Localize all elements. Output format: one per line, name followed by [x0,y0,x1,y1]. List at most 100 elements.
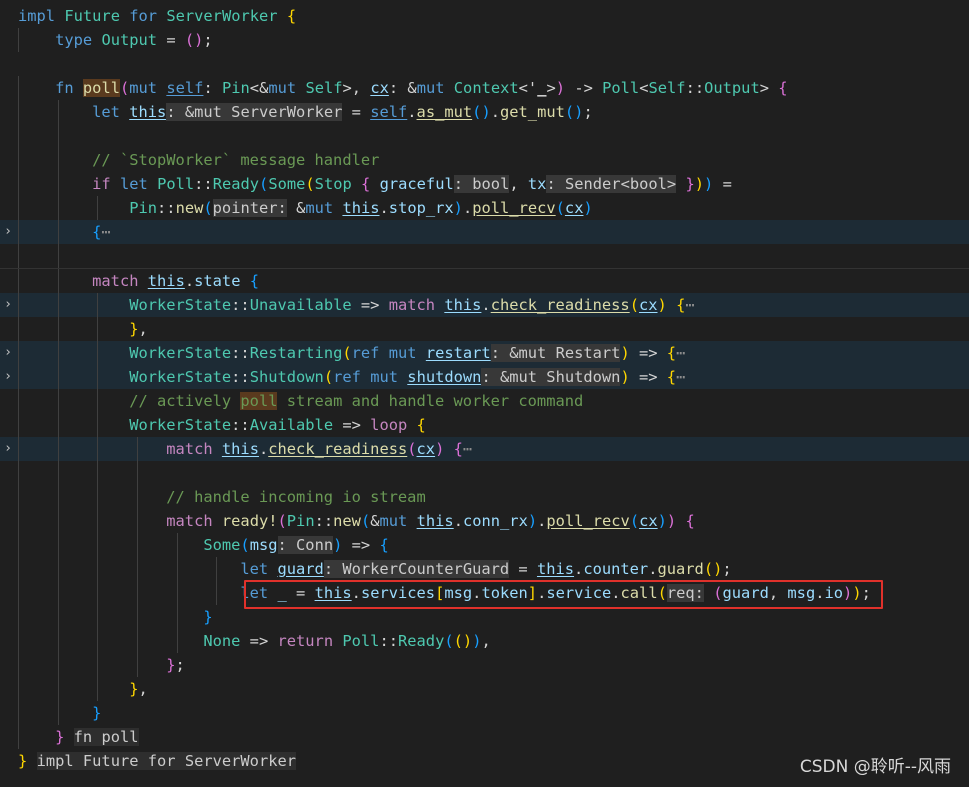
code-line[interactable]: impl Future for ServerWorker { [0,4,969,28]
code-line[interactable]: // actively poll stream and handle worke… [0,389,969,413]
code-line[interactable]: fn poll(mut self: Pin<&mut Self>, cx: &m… [0,76,969,100]
code-token: this [147,272,185,290]
chevron-right-icon[interactable]: › [2,437,14,461]
indent-guide [18,389,19,413]
code-token: ⋯ [685,296,695,314]
chevron-right-icon[interactable]: › [2,341,14,365]
indent-guide [97,557,99,581]
code-line[interactable] [0,124,969,148]
code-token: { [778,79,788,97]
code-token: Ready [398,632,445,650]
code-token: :: [231,368,250,386]
indent-guide [57,124,59,148]
code-line[interactable]: } [0,701,969,725]
indent-guide [57,341,59,365]
chevron-right-icon[interactable]: › [2,220,14,244]
code-line[interactable]: }, [0,677,969,701]
code-token: Restarting [249,344,343,362]
code-line[interactable]: WorkerState::Available => loop { [0,413,969,437]
code-token: Output [704,79,760,97]
code-token: this [444,296,482,314]
code-line[interactable]: match ready!(Pin::new(&mut this.conn_rx)… [0,509,969,533]
code-token: ; [583,103,593,121]
code-token: let [240,560,269,578]
code-line[interactable]: } [0,605,969,629]
code-token: Poll [602,79,640,97]
code-line[interactable]: type Output = (); [0,28,969,52]
code-line[interactable]: match this.state { [0,269,969,293]
code-token: Poll [342,632,380,650]
code-token: [ [435,584,445,602]
code-token: Future [64,7,120,25]
code-token: :: [194,175,213,193]
code-token: ( [203,199,213,217]
indent-guide [137,437,139,461]
code-token: : &mut Shutdown [481,368,621,386]
code-token: . [574,560,584,578]
code-token: . [815,584,825,602]
code-line[interactable]: }, [0,317,969,341]
indent-guide [18,269,19,293]
code-token: this [342,199,380,217]
code-token: restart [425,344,491,362]
indent-guide [18,148,19,172]
code-line[interactable]: › WorkerState::Restarting(ref mut restar… [0,341,969,365]
code-line[interactable]: if let Poll::Ready(Some(Stop { graceful:… [0,172,969,196]
indent-guide [97,413,99,437]
code-line[interactable]: › WorkerState::Shutdown(ref mut shutdown… [0,365,969,389]
code-token: = [157,31,185,49]
code-token: ( [184,31,195,49]
code-token: ) [435,440,445,458]
code-token: } [685,175,695,193]
code-line[interactable]: } fn poll [0,725,969,749]
indent-guide [18,629,19,653]
code-line[interactable]: › {⋯ [0,220,969,244]
code-line[interactable]: let _ = this.services[msg.token].service… [0,581,969,605]
code-token: ) [481,103,491,121]
code-line[interactable]: let guard: WorkerCounterGuard = this.cou… [0,557,969,581]
chevron-right-icon[interactable]: › [2,293,14,317]
indent-guide [18,581,19,605]
code-line[interactable]: // handle incoming io stream [0,485,969,509]
code-token: mut [129,79,158,97]
code-token: counter [583,560,649,578]
code-token: fn poll [73,728,139,746]
code-line[interactable]: Some(msg: Conn) => { [0,533,969,557]
code-line[interactable]: › match this.check_readiness(cx) {⋯ [0,437,969,461]
code-line[interactable]: Pin::new(pointer: &mut this.stop_rx).pol… [0,196,969,220]
code-token: guard [277,560,324,578]
code-token: WorkerState [129,368,232,386]
code-line[interactable]: None => return Poll::Ready(()), [0,629,969,653]
indent-guide [216,581,218,605]
code-editor[interactable]: impl Future for ServerWorker { type Outp… [0,4,969,773]
chevron-right-icon[interactable]: › [2,365,14,389]
code-token: WorkerState [129,416,232,434]
code-line[interactable]: › WorkerState::Unavailable => match this… [0,293,969,317]
code-token: { [416,416,426,434]
indent-guide [18,725,19,749]
code-token: ) [620,344,630,362]
code-line[interactable]: }; [0,653,969,677]
code-line[interactable]: let this: &mut ServerWorker = self.as_mu… [0,100,969,124]
code-line[interactable]: // `StopWorker` message handler [0,148,969,172]
code-line[interactable] [0,461,969,485]
code-token: ( [119,79,130,97]
code-token: = [509,560,537,578]
code-token: => [240,632,278,650]
code-token: ) [694,175,705,193]
code-line[interactable] [0,244,969,269]
indent-guide [18,172,19,196]
code-line[interactable] [0,52,969,76]
